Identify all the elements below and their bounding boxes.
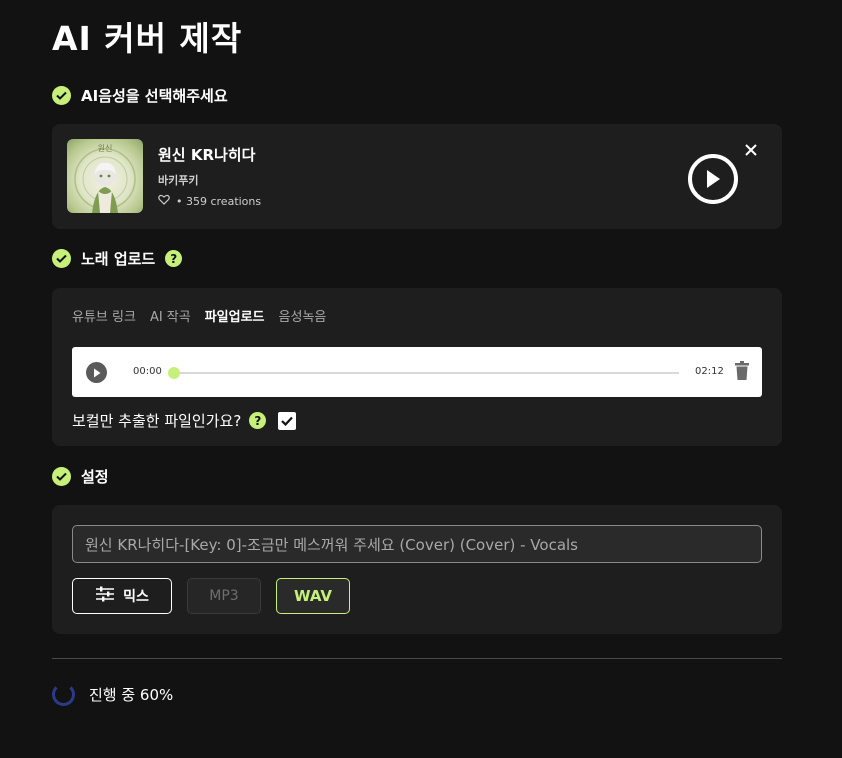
heart-icon[interactable]: [158, 194, 170, 208]
tab-file-upload[interactable]: 파일업로드: [205, 306, 265, 325]
close-icon[interactable]: [744, 142, 758, 161]
sliders-icon: [95, 586, 115, 606]
vocal-only-label: 보컬만 추출한 파일인가요?: [72, 412, 242, 430]
svg-text:원신: 원신: [98, 144, 113, 153]
current-time: 00:00: [133, 366, 162, 377]
duration: 02:12: [695, 366, 724, 377]
help-icon[interactable]: ?: [165, 250, 183, 267]
voice-play-button[interactable]: [688, 154, 738, 204]
mix-button[interactable]: 믹스: [72, 578, 172, 614]
voice-card[interactable]: 원신 원신 KR나히다 바키푸키 • 359 creations: [52, 124, 782, 229]
mix-label: 믹스: [123, 589, 149, 605]
creations-count: • 359 creations: [176, 194, 262, 208]
audio-player: 00:00 02:12: [72, 347, 762, 397]
help-icon[interactable]: ?: [249, 412, 267, 429]
check-circle-icon: [52, 467, 71, 486]
voice-author[interactable]: 바키푸키: [158, 172, 198, 188]
divider: [52, 658, 782, 659]
voice-thumbnail: 원신: [67, 139, 143, 213]
voice-section-label: AI음성을 선택해주세요: [81, 87, 228, 105]
audio-play-button[interactable]: [86, 362, 107, 383]
vocal-only-row: 보컬만 추출한 파일인가요? ?: [72, 410, 297, 431]
seek-knob[interactable]: [168, 367, 180, 379]
progress-row: 진행 중 60%: [52, 683, 173, 706]
format-wav-button[interactable]: WAV: [276, 578, 350, 614]
progress-label: 진행 중 60%: [89, 686, 174, 704]
tab-ai-compose[interactable]: AI 작곡: [150, 306, 191, 325]
settings-card: 믹스 MP3 WAV: [52, 505, 782, 634]
upload-tabs: 유튜브 링크 AI 작곡 파일업로드 음성녹음: [72, 306, 326, 325]
format-mp3-button[interactable]: MP3: [187, 578, 261, 614]
check-circle-icon: [52, 86, 71, 105]
upload-section-heading: 노래 업로드 ?: [52, 248, 183, 269]
output-name-input[interactable]: [72, 525, 762, 563]
check-circle-icon: [52, 249, 71, 268]
settings-section-label: 설정: [81, 468, 109, 486]
voice-meta: • 359 creations: [158, 194, 261, 208]
seek-track[interactable]: [172, 372, 679, 374]
upload-card: 유튜브 링크 AI 작곡 파일업로드 음성녹음 00:00 02:12 보컬만 …: [52, 288, 782, 446]
spinner-icon: [52, 683, 75, 706]
page-title: AI 커버 제작: [52, 19, 243, 58]
upload-section-label: 노래 업로드: [81, 250, 156, 268]
tab-youtube-link[interactable]: 유튜브 링크: [72, 306, 136, 325]
tab-voice-record[interactable]: 음성녹음: [279, 306, 327, 325]
vocal-only-checkbox[interactable]: [278, 411, 297, 430]
settings-section-heading: 설정: [52, 466, 109, 487]
trash-icon[interactable]: [735, 361, 749, 385]
voice-name[interactable]: 원신 KR나히다: [158, 144, 255, 165]
voice-section-heading: AI음성을 선택해주세요: [52, 85, 228, 106]
